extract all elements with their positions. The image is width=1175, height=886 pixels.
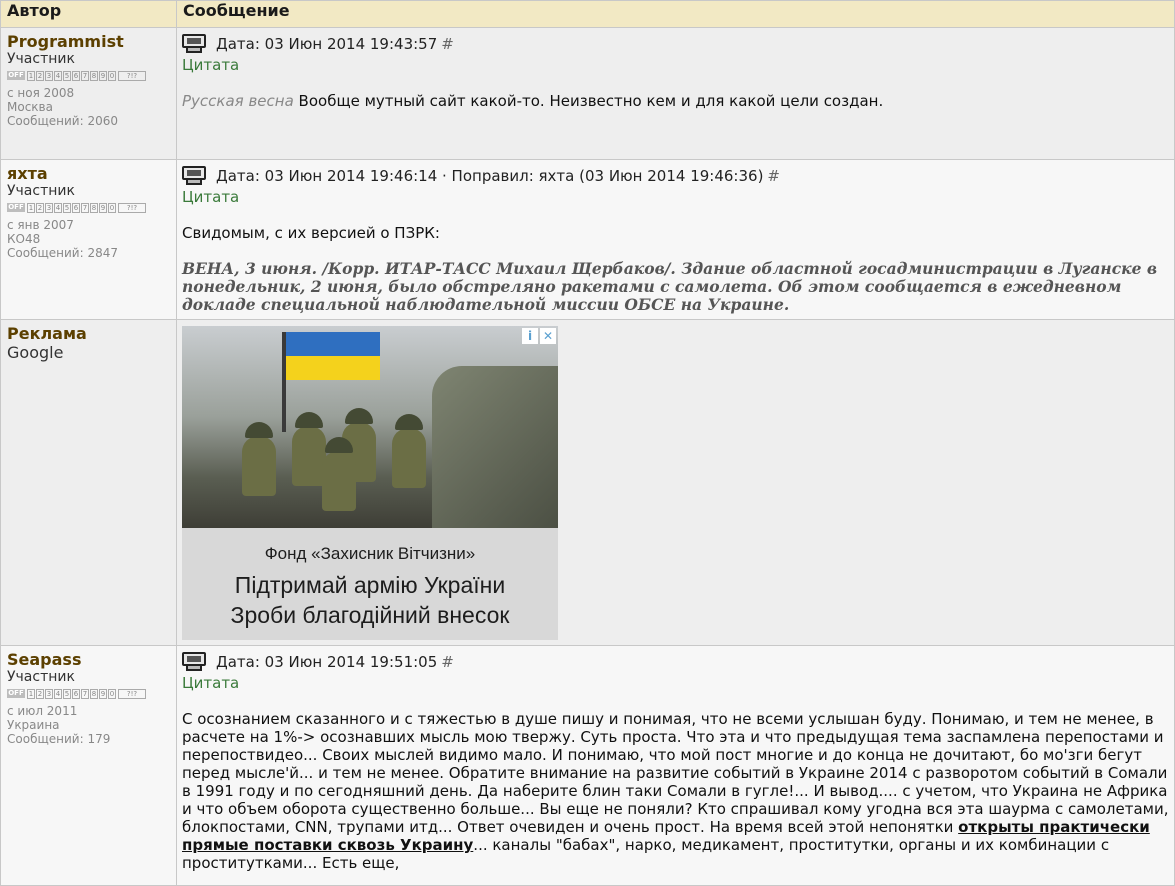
author-cell: Seapass Участник OFF 1234567890 ?!? с ию… (0, 645, 177, 886)
author-cell: яхта Участник OFF 1234567890 ?!? с янв 2… (0, 159, 177, 320)
computer-icon (182, 34, 208, 54)
ad-controls: i ✕ (522, 328, 556, 344)
user-city: Москва (7, 100, 53, 114)
post-row: Programmist Участник OFF 1234567890 ?!? … (0, 27, 1175, 160)
post-body: Свидомым, с их версией о ПЗРК: (182, 224, 440, 242)
message-cell: Дата: 03 Июн 2014 19:46:14 · Поправил: я… (176, 159, 1175, 320)
member-since: с янв 2007 (7, 218, 74, 232)
posts-count: Сообщений: 179 (7, 732, 111, 746)
user-city: КО48 (7, 232, 41, 246)
rating-q-label: ?!? (118, 688, 146, 699)
ad-cta: Зроби благодійний внесок (230, 602, 510, 628)
post-row: Seapass Участник OFF 1234567890 ?!? с ию… (0, 645, 1175, 886)
post-header: Дата: 03 Июн 2014 19:43:57 # (182, 32, 1169, 56)
post-permalink[interactable]: # (441, 653, 454, 671)
computer-icon (182, 652, 208, 672)
post-header: Дата: 03 Июн 2014 19:46:14 · Поправил: я… (182, 164, 1169, 188)
username-link[interactable]: Seapass (7, 650, 170, 669)
user-role: Участник (7, 183, 75, 199)
forum-table: Автор Сообщение Programmist Участник OFF… (0, 0, 1175, 886)
source-link[interactable]: Русская весна (182, 92, 294, 110)
message-cell: Дата: 03 Июн 2014 19:43:57 # Цитата Русс… (176, 27, 1175, 160)
post-body: С осознанием сказанного и с тяжестью в д… (182, 710, 1169, 872)
post-row: яхта Участник OFF 1234567890 ?!? с янв 2… (0, 159, 1175, 320)
author-column-header: Автор (0, 0, 177, 28)
ad-info-icon[interactable]: i (522, 328, 538, 344)
username-link[interactable]: яхта (7, 164, 170, 183)
rating-off-label: OFF (7, 71, 25, 80)
posts-count: Сообщений: 2847 (7, 246, 118, 260)
rating-digits: 1234567890 (27, 70, 116, 81)
posts-count: Сообщений: 2060 (7, 114, 118, 128)
quote-link[interactable]: Цитата (182, 188, 1169, 206)
ukraine-flag-icon (286, 332, 380, 380)
ad-provider: Google (7, 343, 64, 362)
ad-photo (182, 326, 558, 528)
rating-q-label: ?!? (118, 70, 146, 81)
message-cell: Дата: 03 Июн 2014 19:51:05 # Цитата С ос… (176, 645, 1175, 886)
post-date: Дата: 03 Июн 2014 19:46:14 · Поправил: я… (216, 167, 764, 185)
post-date: Дата: 03 Июн 2014 19:43:57 (216, 35, 438, 53)
ad-banner[interactable]: i ✕ Фонд «Захисник Вітчизни» Підтримай а… (182, 326, 558, 640)
ad-close-icon[interactable]: ✕ (540, 328, 556, 344)
rating-q-label: ?!? (118, 202, 146, 213)
quoted-news: ВЕНА, 3 июня. /Корр. ИТАР-ТАСС Михаил Ще… (182, 259, 1158, 314)
user-role: Участник (7, 669, 75, 685)
rating-off-label: OFF (7, 689, 25, 698)
user-role: Участник (7, 51, 75, 67)
post-header: Дата: 03 Июн 2014 19:51:05 # (182, 650, 1169, 674)
computer-icon (182, 166, 208, 186)
rating-widget[interactable]: OFF 1234567890 ?!? (7, 687, 170, 700)
post-permalink[interactable]: # (441, 35, 454, 53)
rating-widget[interactable]: OFF 1234567890 ?!? (7, 69, 170, 82)
member-since: с ноя 2008 (7, 86, 75, 100)
ad-headline: Фонд «Захисник Вітчизни» (264, 544, 476, 563)
rating-digits: 1234567890 (27, 202, 116, 213)
post-permalink[interactable]: # (767, 167, 780, 185)
rating-off-label: OFF (7, 203, 25, 212)
author-cell: Programmist Участник OFF 1234567890 ?!? … (0, 27, 177, 160)
message-column-header: Сообщение (176, 0, 1175, 28)
ad-row: Реклама Google i ✕ Фонд «Захисник Вітчиз… (0, 319, 1175, 646)
post-body: Русская весна Вообще мутный сайт какой-т… (182, 92, 884, 110)
ad-label: Реклама (7, 324, 87, 343)
rating-digits: 1234567890 (27, 688, 116, 699)
ad-label-cell: Реклама Google (0, 319, 177, 646)
ad-cell: i ✕ Фонд «Захисник Вітчизни» Підтримай а… (176, 319, 1175, 646)
ad-slogan: Підтримай армію України (234, 572, 506, 598)
quote-link[interactable]: Цитата (182, 56, 1169, 74)
user-city: Украина (7, 718, 60, 732)
ad-text: Фонд «Захисник Вітчизни» Підтримай армію… (182, 528, 558, 640)
username-link[interactable]: Programmist (7, 32, 170, 51)
post-date: Дата: 03 Июн 2014 19:51:05 (216, 653, 438, 671)
quote-link[interactable]: Цитата (182, 674, 1169, 692)
rating-widget[interactable]: OFF 1234567890 ?!? (7, 201, 170, 214)
member-since: с июл 2011 (7, 704, 78, 718)
